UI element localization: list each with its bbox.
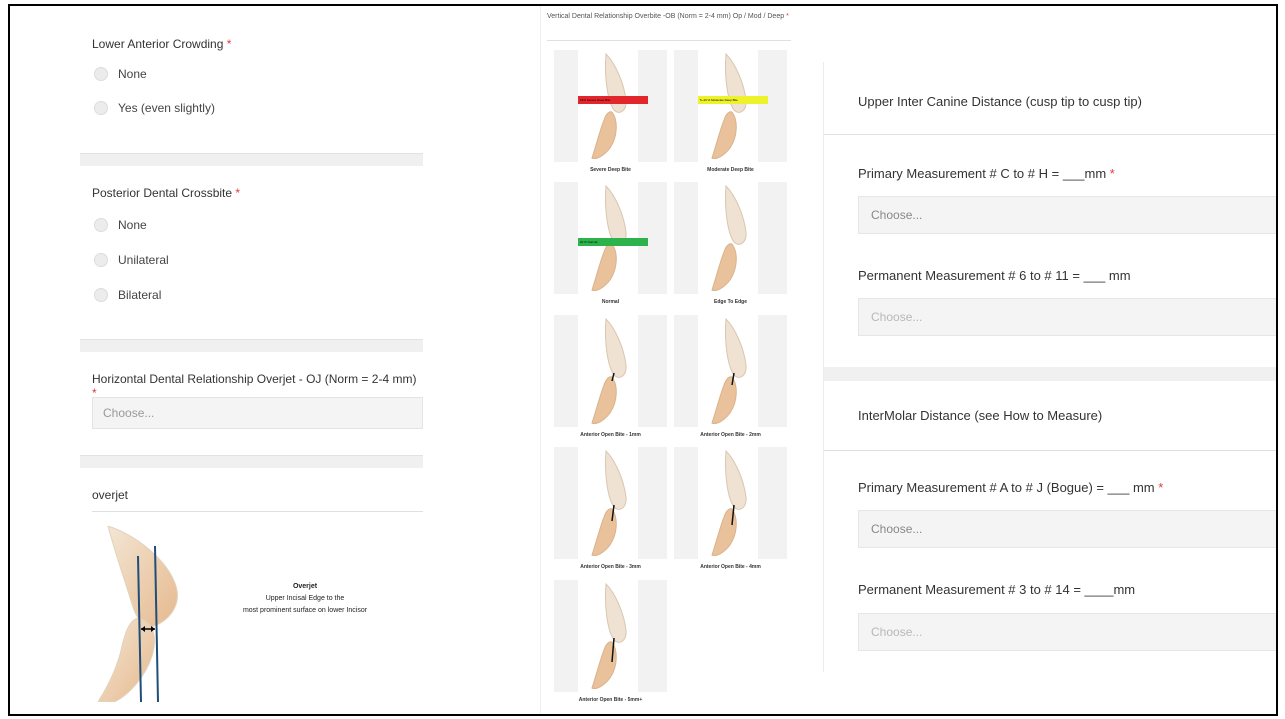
- overbite-option-caption: Anterior Open Bite - 4mm: [700, 564, 761, 570]
- lower-crowding-label: Lower Anterior Crowding: [92, 37, 224, 51]
- radio-label: Unilateral: [118, 253, 169, 267]
- overjet-select[interactable]: Choose...: [92, 397, 423, 429]
- overjet-tooth-illustration: [98, 526, 178, 702]
- canine-primary-select[interactable]: Choose...: [858, 196, 1276, 234]
- overbite-image-panel: Vertical Dental Relationship Overbite -O…: [540, 6, 801, 714]
- overbite-question-title: Vertical Dental Relationship Overbite -O…: [547, 12, 791, 21]
- bite-band-label: 15% Severe Deep Bite: [578, 96, 648, 104]
- radio-label: Bilateral: [118, 288, 162, 302]
- bite-band-label: 5~40 % Moderate Deep Bite: [698, 96, 768, 104]
- required-mark: *: [1158, 480, 1164, 495]
- molar-primary-question: Primary Measurement # A to # J (Bogue) =…: [858, 480, 1163, 495]
- radio-crossbite-bilateral[interactable]: Bilateral: [94, 288, 161, 302]
- section-divider: [824, 367, 1276, 381]
- overjet-caption-line: most prominent surface on lower Incisor: [242, 607, 368, 614]
- overjet-caption-line: Upper Incisal Edge to the: [265, 595, 345, 602]
- radio-crossbite-none[interactable]: None: [94, 218, 147, 232]
- divider-line: [547, 40, 791, 41]
- tooth-icon: [711, 449, 747, 556]
- required-mark: *: [226, 37, 232, 51]
- tooth-icon: [591, 449, 627, 556]
- required-mark: *: [1109, 166, 1115, 181]
- radio-circle[interactable]: [94, 67, 108, 81]
- overbite-option-image[interactable]: 20 % Normal: [554, 182, 667, 294]
- select-placeholder: Choose...: [871, 522, 923, 536]
- canine-primary-label: Primary Measurement # C to # H = ___mm: [858, 166, 1107, 181]
- overbite-option-caption: Severe Deep Bite: [590, 167, 631, 173]
- left-form-panel: Lower Anterior Crowding * None Yes (even…: [80, 6, 423, 714]
- tooth-icon: [591, 317, 627, 424]
- tooth-icon: [711, 184, 747, 291]
- tooth-icon: [591, 582, 627, 689]
- radio-label: Yes (even slightly): [118, 101, 215, 115]
- overbite-option-image[interactable]: 15% Severe Deep Bite: [554, 50, 667, 162]
- screenshot-frame: Lower Anterior Crowding * None Yes (even…: [8, 4, 1278, 716]
- select-placeholder: Choose...: [871, 208, 923, 222]
- radio-crowding-yes[interactable]: Yes (even slightly): [94, 101, 215, 115]
- canine-permanent-label: Permanent Measurement # 6 to # 11 = ___ …: [858, 268, 1131, 283]
- overjet-question-label: Horizontal Dental Relationship Overjet -…: [92, 372, 417, 386]
- canine-primary-question: Primary Measurement # C to # H = ___mm *: [858, 166, 1115, 181]
- molar-permanent-label: Permanent Measurement # 3 to # 14 = ____…: [858, 582, 1136, 597]
- select-placeholder: Choose...: [871, 310, 923, 324]
- radio-crowding-none[interactable]: None: [94, 67, 147, 81]
- section-divider: [80, 339, 423, 352]
- measurement-panel: Upper Inter Canine Distance (cusp tip to…: [823, 62, 1276, 672]
- overjet-question-title: Horizontal Dental Relationship Overjet -…: [92, 372, 423, 400]
- tooth-icon: [711, 52, 747, 159]
- overbite-option-image[interactable]: [674, 182, 787, 294]
- overjet-caption-title: Overjet: [292, 583, 318, 590]
- overbite-option-caption: Anterior Open Bite - 5mm+: [578, 697, 643, 703]
- radio-circle[interactable]: [94, 253, 108, 267]
- overbite-option-image[interactable]: [674, 315, 787, 427]
- overjet-caption: Overjet Upper Incisal Edge to the most p…: [190, 581, 420, 617]
- radio-label: None: [118, 67, 147, 81]
- radio-circle[interactable]: [94, 288, 108, 302]
- canine-permanent-select[interactable]: Choose...: [858, 298, 1276, 336]
- intermolar-distance-heading: InterMolar Distance (see How to Measure): [858, 408, 1103, 423]
- overbite-option-image[interactable]: [554, 580, 667, 692]
- overbite-option-image[interactable]: [554, 315, 667, 427]
- divider-line: [824, 450, 1276, 451]
- radio-crossbite-unilateral[interactable]: Unilateral: [94, 253, 169, 267]
- overbite-option-caption: Anterior Open Bite - 1mm: [580, 432, 641, 438]
- overbite-option-caption: Anterior Open Bite - 2mm: [700, 432, 761, 438]
- overbite-question-label: Vertical Dental Relationship Overbite -O…: [547, 13, 785, 20]
- molar-primary-select[interactable]: Choose...: [858, 510, 1276, 548]
- crossbite-label: Posterior Dental Crossbite: [92, 186, 233, 200]
- radio-circle[interactable]: [94, 101, 108, 115]
- select-placeholder: Choose...: [103, 406, 155, 420]
- crossbite-title: Posterior Dental Crossbite *: [92, 186, 240, 200]
- canine-distance-heading: Upper Inter Canine Distance (cusp tip to…: [858, 94, 1142, 109]
- select-placeholder: Choose...: [871, 625, 923, 639]
- overbite-option-image[interactable]: [674, 447, 787, 559]
- section-divider: [80, 153, 423, 166]
- overbite-option-image[interactable]: 5~40 % Moderate Deep Bite: [674, 50, 787, 162]
- divider-line: [92, 511, 423, 512]
- overjet-info-title: overjet: [92, 488, 129, 502]
- radio-circle[interactable]: [94, 218, 108, 232]
- overbite-option-caption: Normal: [601, 299, 620, 305]
- overbite-option-caption: Moderate Deep Bite: [707, 167, 754, 173]
- section-divider: [80, 455, 423, 468]
- tooth-icon: [711, 317, 747, 424]
- overbite-option-caption: Edge To Edge: [714, 299, 747, 305]
- lower-crowding-title: Lower Anterior Crowding *: [92, 37, 231, 51]
- required-mark: *: [235, 186, 241, 200]
- overbite-option-caption: Anterior Open Bite - 3mm: [580, 564, 641, 570]
- tooth-icon: [591, 52, 627, 159]
- required-mark: *: [786, 13, 789, 20]
- bite-band-label: 20 % Normal: [578, 238, 648, 246]
- divider-line: [824, 134, 1276, 135]
- molar-permanent-select[interactable]: Choose...: [858, 613, 1276, 651]
- radio-label: None: [118, 218, 147, 232]
- overbite-option-image[interactable]: [554, 447, 667, 559]
- molar-primary-label: Primary Measurement # A to # J (Bogue) =…: [858, 480, 1155, 495]
